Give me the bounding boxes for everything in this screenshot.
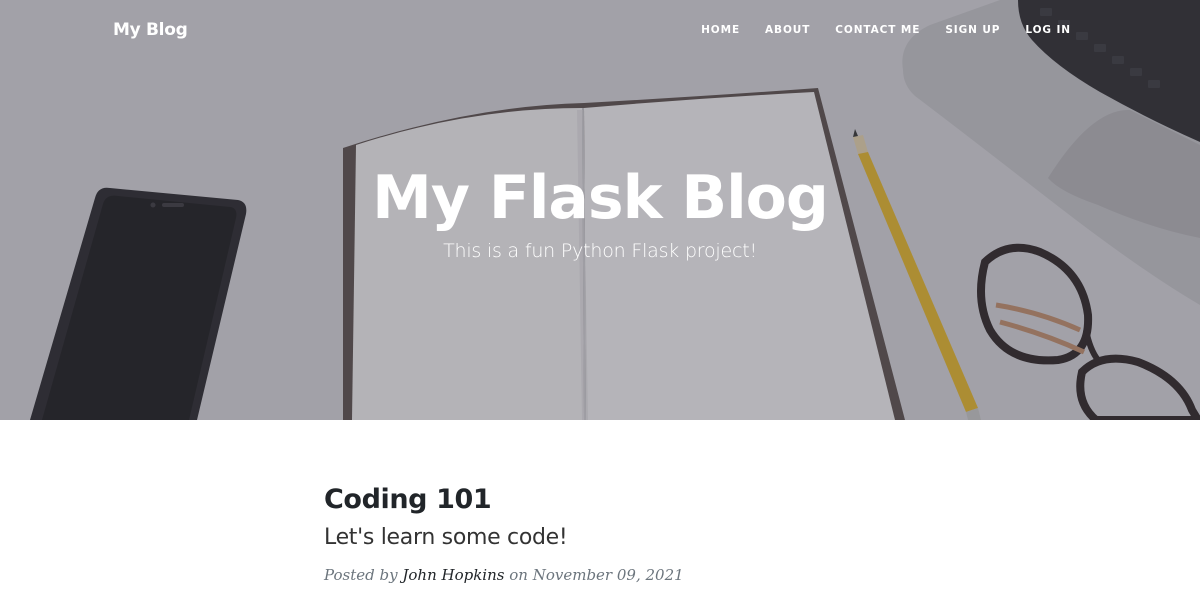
nav-link-sign-up[interactable]: SIGN UP	[945, 24, 1000, 36]
post-title[interactable]: Coding 101	[324, 482, 884, 518]
page-header: My Blog HOME ABOUT CONTACT ME SIGN UP LO…	[0, 0, 1200, 420]
nav-link-about[interactable]: ABOUT	[765, 24, 810, 36]
navbar-brand[interactable]: My Blog	[113, 20, 188, 40]
nav-link-log-in[interactable]: LOG IN	[1025, 24, 1071, 36]
site-heading: My Flask Blog This is a fun Python Flask…	[0, 160, 1200, 262]
nav-link-home[interactable]: HOME	[701, 24, 740, 36]
post-author-link[interactable]: John Hopkins	[402, 566, 504, 584]
navbar: My Blog HOME ABOUT CONTACT ME SIGN UP LO…	[0, 0, 1200, 62]
site-title: My Flask Blog	[372, 163, 829, 233]
nav-link-contact[interactable]: CONTACT ME	[835, 24, 920, 36]
post-subtitle[interactable]: Let's learn some code!	[324, 522, 884, 554]
post-meta-posted-by: Posted by	[324, 566, 398, 584]
post-meta-on: on	[509, 566, 528, 584]
post-preview: Coding 101 Let's learn some code! Posted…	[324, 482, 884, 584]
post-date: November 09, 2021	[532, 566, 684, 584]
site-subtitle: This is a fun Python Flask project!	[443, 240, 757, 262]
post-meta: Posted by John Hopkins on November 09, 2…	[324, 566, 884, 584]
nav-links: HOME ABOUT CONTACT ME SIGN UP LOG IN	[701, 24, 1071, 36]
post-link[interactable]: Coding 101 Let's learn some code!	[324, 482, 884, 554]
